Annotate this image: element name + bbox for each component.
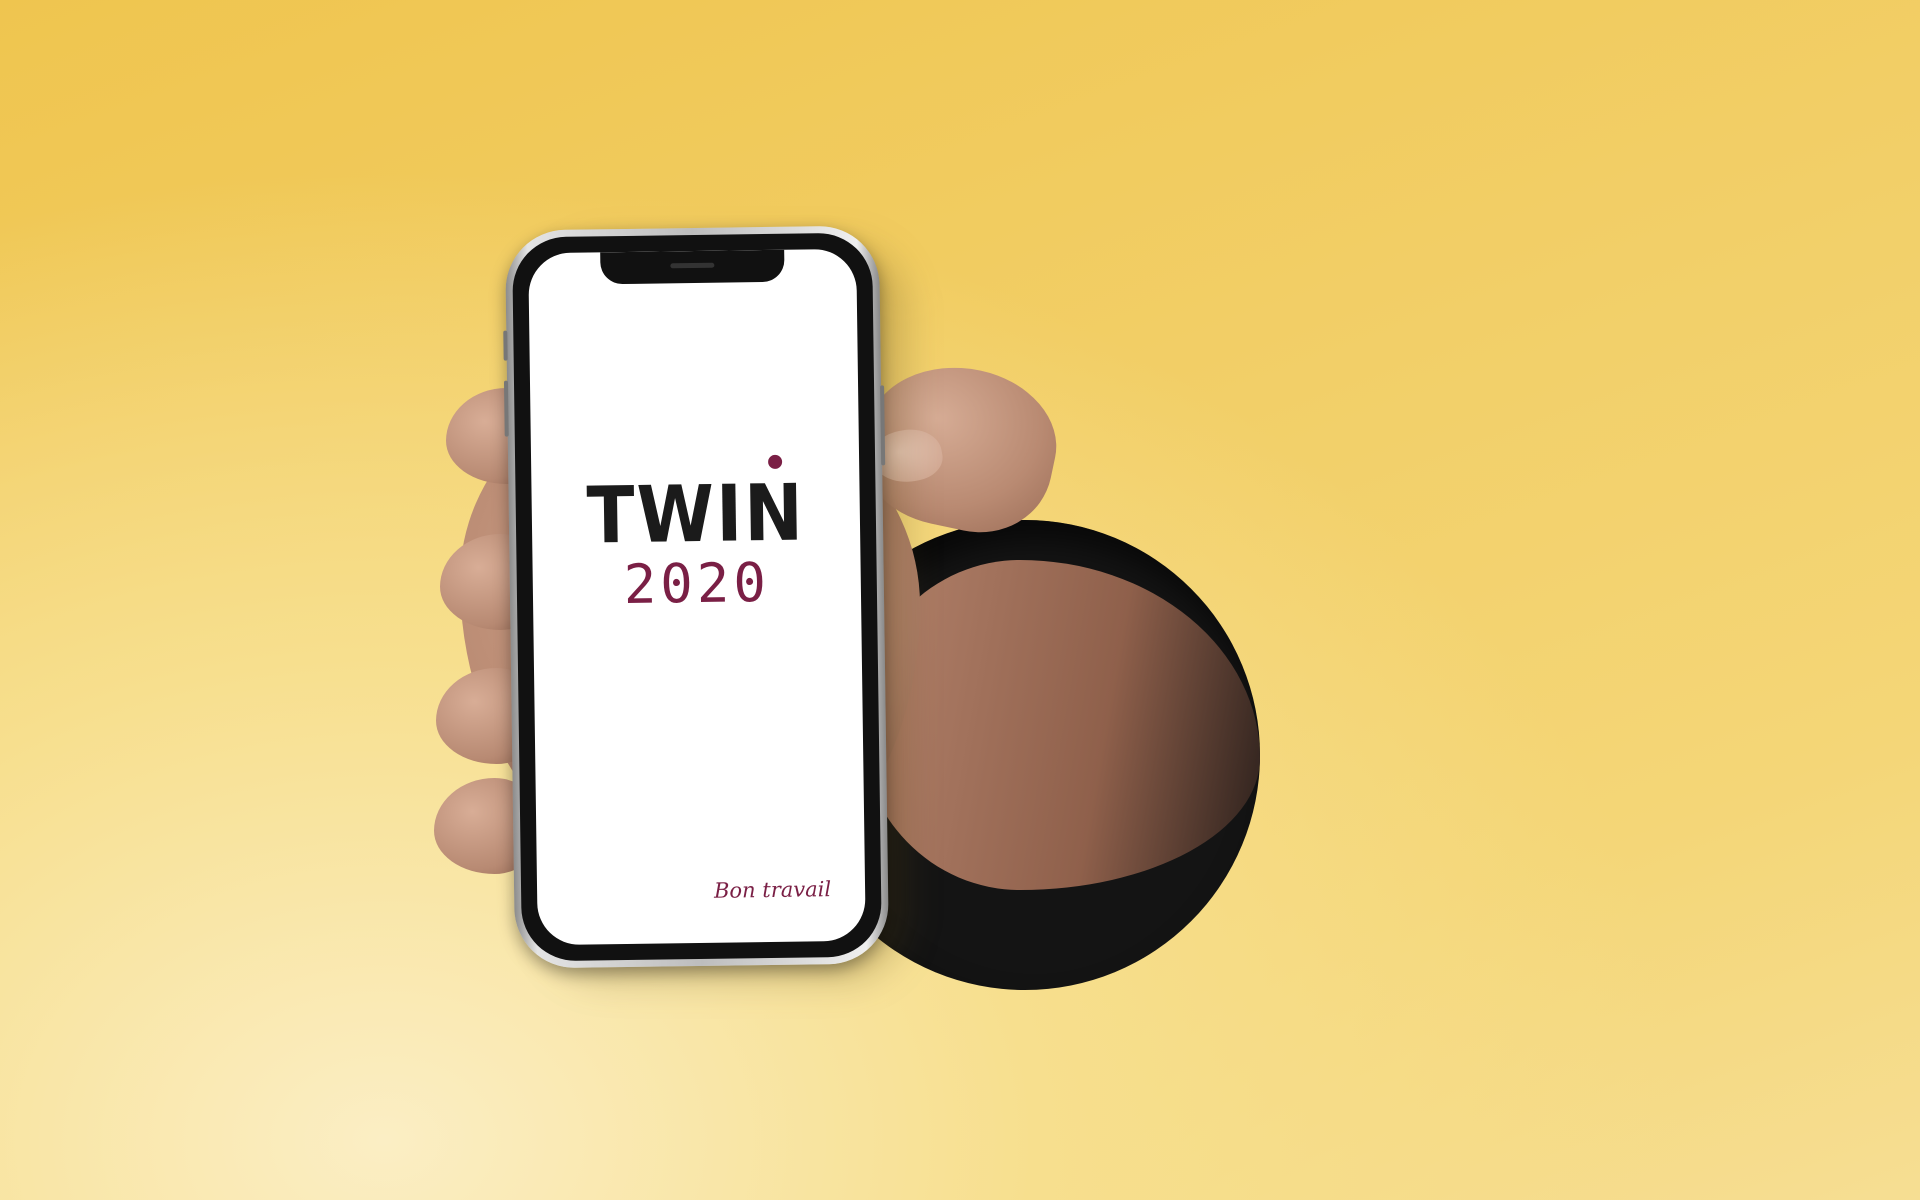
logo-dot-icon xyxy=(768,454,783,469)
smartphone: TWIN 2020 Bon travail xyxy=(503,225,890,969)
logo-word: TWIN xyxy=(586,454,806,562)
speaker-icon xyxy=(670,262,715,269)
tagline: Bon travail xyxy=(713,877,832,903)
logo-word-text: TWIN xyxy=(586,468,806,562)
volume-button xyxy=(503,380,509,437)
phone-screen[interactable]: TWIN 2020 Bon travail xyxy=(528,248,866,946)
volume-button xyxy=(503,330,508,361)
logo-year: 2020 xyxy=(623,550,771,617)
app-logo: TWIN 2020 xyxy=(531,454,861,617)
phone-notch xyxy=(600,249,785,285)
phone-bezel: TWIN 2020 Bon travail xyxy=(511,232,883,962)
